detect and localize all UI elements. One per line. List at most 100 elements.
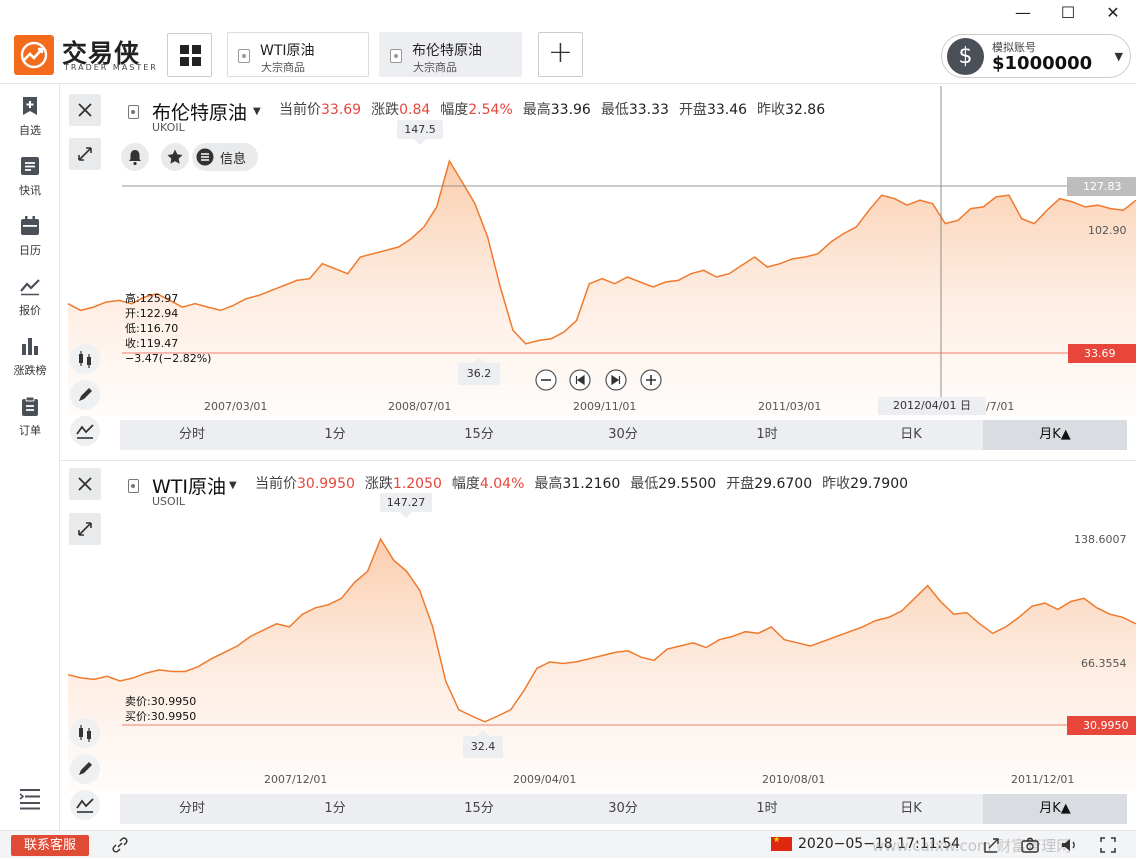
date-tick: 2007/03/01 [204,400,268,413]
skip-back-icon [569,369,591,391]
period-button[interactable]: 30分 [551,794,695,824]
period-button[interactable]: 15分 [407,794,551,824]
draw-tool-button[interactable] [70,754,100,784]
period-button[interactable]: 30分 [551,420,695,450]
account-balance: $1000000 [992,53,1093,74]
date-tick: 2008/07/01 [388,400,452,413]
period-button[interactable]: 日K [839,794,983,824]
close-button[interactable]: ✕ [1102,2,1124,24]
price-chart-brent[interactable] [60,86,1136,416]
logo-chart-icon [20,41,48,69]
chart-panel-wti: WTI原油 ▼ USOIL 当前价30.9950 涨跌1.2050 幅度4.04% 最… [60,460,1136,830]
period-selector: 分时 1分 15分 30分 1时 日K 月K▲ [120,420,1127,450]
minimize-button[interactable]: — [1012,2,1034,24]
link-icon[interactable] [111,836,129,854]
customer-service-button[interactable]: 联系客服 [11,835,89,856]
zoom-out-button[interactable] [534,368,558,392]
date-tick: 2010/08/01 [762,773,826,786]
maximize-button[interactable]: ☐ [1057,2,1079,24]
sidebar-item-label: 自选 [19,124,41,137]
period-button[interactable]: 分时 [120,794,264,824]
period-button[interactable]: 月K▲ [983,420,1127,450]
sidebar-item-quotes[interactable]: 报价 [0,276,60,328]
current-price-tag: 33.69 [1068,344,1136,363]
tab-name: 布伦特原油 [412,43,482,59]
peak-pointer [400,512,412,518]
period-button[interactable]: 15分 [407,420,551,450]
readout-line: −3.47(−2.82%) [125,352,212,365]
bar-chart-icon [22,338,38,355]
sidebar-item-news[interactable]: 快讯 [0,156,60,208]
sidebar-item-label: 涨跌榜 [13,364,47,377]
jump-end-button[interactable] [604,368,628,392]
add-tab-button[interactable]: + [538,32,583,77]
tab-wti[interactable]: WTI原油 大宗商品 [227,32,369,77]
layout-grid-button[interactable] [167,33,212,77]
date-tick: 2007/12/01 [264,773,328,786]
speaker-icon[interactable] [1060,836,1078,854]
period-button[interactable]: 日K [839,420,983,450]
trough-label: 32.4 [463,736,503,758]
date-tick: 2011/12/01 [1011,773,1075,786]
tab-brent[interactable]: 布伦特原油 大宗商品 [379,32,522,77]
chart-panel-brent: 布伦特原油 ▼ UKOIL 当前价33.69 涨跌0.84 幅度2.54% 最高33.… [60,86,1136,456]
skip-forward-icon [605,369,627,391]
line-chart-icon [20,279,40,296]
indicator-tool-button[interactable] [70,790,100,820]
jump-start-button[interactable] [568,368,592,392]
app-name-sub: TRADER MASTER [64,63,158,72]
minus-circle-icon [535,369,557,391]
readout-line: 低:116.70 [125,322,179,335]
period-button[interactable]: 月K▲ [983,794,1127,824]
sidebar-item-label: 订单 [19,424,41,437]
price-chart-wti[interactable] [60,461,1136,791]
period-button[interactable]: 分时 [120,420,264,450]
account-selector[interactable]: $ 模拟账号 $1000000 ▼ [941,34,1131,78]
period-selector: 分时 1分 15分 30分 1时 日K 月K▲ [120,794,1127,824]
date-tick: 2009/04/01 [513,773,577,786]
indicator-tool-button[interactable] [70,416,100,446]
status-bar: 联系客服 2020−05−18 17:11:54 www.cafxw.com 财… [0,830,1136,858]
china-flag-icon [771,835,792,851]
candlestick-icon [79,351,91,368]
peak-pointer [414,139,426,145]
menu-list-icon[interactable] [18,786,42,810]
peak-label: 147.5 [397,120,443,139]
price-area [68,161,1136,416]
tab-sub: 大宗商品 [413,61,457,74]
indicator-icon [76,798,94,813]
zoom-in-button[interactable] [639,368,663,392]
sidebar-item-watchlist[interactable]: 自选 [0,96,60,148]
camera-icon[interactable] [1021,836,1039,854]
share-icon[interactable] [983,836,1001,854]
readout-line: 卖价:30.9950 [125,695,197,708]
bookmark-plus-icon [23,97,37,115]
indicator-icon [76,424,94,439]
candlestick-tool-button[interactable] [70,718,100,748]
sidebar-item-label: 日历 [19,244,41,257]
date-tick: 2009/11/01 [573,400,637,413]
sidebar-item-ranking[interactable]: 涨跌榜 [0,336,60,388]
readout-line: 收:119.47 [125,337,179,350]
period-button[interactable]: 1分 [263,794,407,824]
crosshair-date-tag: 2012/04/01 日 [878,397,986,415]
period-button[interactable]: 1分 [263,420,407,450]
dollar-icon: $ [947,38,984,75]
commodity-icon [390,49,402,63]
grid-icon [180,45,201,66]
crosshair-price-tag: 127.83 [1067,177,1136,196]
app-logo [14,35,54,75]
pencil-icon [79,762,92,775]
sidebar-item-calendar[interactable]: 日历 [0,216,60,268]
candlestick-tool-button[interactable] [70,344,100,374]
sidebar-item-label: 快讯 [19,184,41,197]
draw-tool-button[interactable] [70,380,100,410]
sidebar-item-orders[interactable]: 订单 [0,396,60,448]
plus-circle-icon [640,369,662,391]
fullscreen-icon[interactable] [1099,836,1117,854]
watermark: www.cafxw.com 财富管理网 [872,837,1072,855]
pencil-icon [79,388,92,401]
period-button[interactable]: 1时 [695,794,839,824]
date-tick-partial: /7/01 [986,400,1015,413]
period-button[interactable]: 1时 [695,420,839,450]
